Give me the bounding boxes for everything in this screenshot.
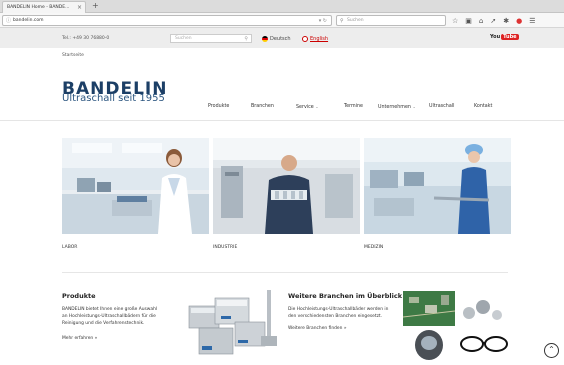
produkte-more-link[interactable]: Mehr erfahren » <box>62 336 97 341</box>
star-icon[interactable]: ☆ <box>452 17 458 25</box>
produkte-text-line-1: BANDELIN bietet Ihnen eine große Auswahl <box>62 307 158 312</box>
scroll-to-top-button[interactable]: ⌃ <box>544 343 559 358</box>
branchen-text-line-2: den verschiedensten Branchen eingesetzt. <box>288 314 383 319</box>
language-english-link[interactable]: English <box>302 36 328 42</box>
produkte-text-line-3: Reinigung und die Verfahrenstechnik. <box>62 321 145 326</box>
card-image-industrie[interactable] <box>213 138 360 234</box>
clipboard-icon[interactable]: ▣ <box>465 17 472 25</box>
branchen-more-link[interactable]: Weitere Branchen finden » <box>288 326 347 331</box>
ultrasonic-baths-image <box>185 288 280 360</box>
youtube-link[interactable]: You Tube <box>490 34 519 40</box>
nav-item-service[interactable]: Service ⌄ <box>296 104 319 110</box>
site-info-icon[interactable]: ⓘ <box>6 18 11 24</box>
nav-label: Service <box>296 105 314 110</box>
chevron-down-icon: ⌄ <box>412 104 416 109</box>
german-flag-icon <box>262 36 268 42</box>
produkte-text-line-2: an Hochleistungs-Ultraschallbädern für d… <box>62 314 156 319</box>
youtube-logo-you: You <box>490 34 501 40</box>
nav-divider <box>0 120 564 121</box>
chevron-up-icon: ⌃ <box>548 345 555 354</box>
extension-icon[interactable]: ✱ <box>503 17 509 25</box>
lang-de-label: Deutsch <box>270 36 291 42</box>
card-label-labor[interactable]: LABOR <box>62 245 77 250</box>
browser-tab[interactable]: BANDELIN Home - BANDE... × <box>2 1 86 13</box>
breadcrumb[interactable]: Startseite <box>62 53 84 58</box>
nav-item-kontakt[interactable]: Kontakt <box>474 104 492 109</box>
site-search-input[interactable]: Suchen ⚲ <box>170 34 252 43</box>
browser-navigation-bar: ⓘ bandelin.com ▾ ↻ ⚲ Suchen ☆ ▣ ⌂ ➚ ✱ ● … <box>0 13 564 28</box>
branchen-heading: Weitere Branchen im Überblick <box>288 292 403 300</box>
nav-label: Branchen <box>251 104 274 109</box>
chevron-down-icon: ⌄ <box>315 104 319 109</box>
send-icon[interactable]: ➚ <box>490 17 496 25</box>
tab-close-icon[interactable]: × <box>77 2 82 13</box>
card-label-medizin[interactable]: MEDIZIN <box>364 245 383 250</box>
browser-search-field[interactable]: ⚲ Suchen <box>336 15 446 26</box>
adblock-icon[interactable]: ● <box>516 17 522 25</box>
address-url: bandelin.com <box>13 18 44 23</box>
card-image-labor[interactable] <box>62 138 209 234</box>
search-icon[interactable]: ⚲ <box>244 35 248 43</box>
home-icon[interactable]: ⌂ <box>479 17 483 25</box>
english-flag-icon <box>302 36 308 42</box>
nav-item-termine[interactable]: Termine <box>344 104 363 109</box>
section-divider <box>62 272 508 273</box>
produkte-heading: Produkte <box>62 292 96 300</box>
nav-item-unternehmen[interactable]: Unternehmen ⌄ <box>378 104 416 110</box>
site-search-placeholder: Suchen <box>175 36 192 41</box>
reload-icon[interactable]: ▾ ↻ <box>319 16 327 26</box>
nav-label: Termine <box>344 104 363 109</box>
nav-label: Produkte <box>208 104 230 109</box>
address-bar[interactable]: ⓘ bandelin.com ▾ ↻ <box>2 15 332 26</box>
lang-en-label: English <box>310 36 329 42</box>
nav-item-branchen[interactable]: Branchen <box>251 104 274 109</box>
phone-number: Tel.: +49 30 76880-0 <box>62 36 110 41</box>
branchen-text-line-1: Die Hochleistungs-Ultraschallbäder werde… <box>288 307 389 312</box>
search-icon: ⚲ <box>340 18 344 24</box>
toolbar-icons: ☆ ▣ ⌂ ➚ ✱ ● ☰ <box>452 15 536 26</box>
nav-item-ultraschall[interactable]: Ultraschall <box>429 104 454 109</box>
browser-tab-bar: BANDELIN Home - BANDE... × + <box>0 0 564 13</box>
nav-label: Ultraschall <box>429 104 455 109</box>
language-german-link[interactable]: Deutsch <box>262 36 291 42</box>
browser-search-placeholder: Suchen <box>347 18 364 23</box>
new-tab-button[interactable]: + <box>92 1 99 11</box>
card-label-industrie[interactable]: INDUSTRIE <box>213 245 237 250</box>
menu-icon[interactable]: ☰ <box>529 17 535 25</box>
logo-subtitle: Ultraschall seit 1955 <box>62 93 165 104</box>
card-image-medizin[interactable] <box>364 138 511 234</box>
tab-title: BANDELIN Home - BANDE... <box>7 5 70 10</box>
industry-collage-image <box>402 291 509 361</box>
nav-item-produkte[interactable]: Produkte <box>208 104 229 109</box>
youtube-logo-tube: Tube <box>501 34 519 40</box>
nav-label: Unternehmen <box>378 105 411 110</box>
nav-label: Kontakt <box>474 104 493 109</box>
site-top-bar: Tel.: +49 30 76880-0 Suchen ⚲ Deutsch En… <box>0 28 564 48</box>
